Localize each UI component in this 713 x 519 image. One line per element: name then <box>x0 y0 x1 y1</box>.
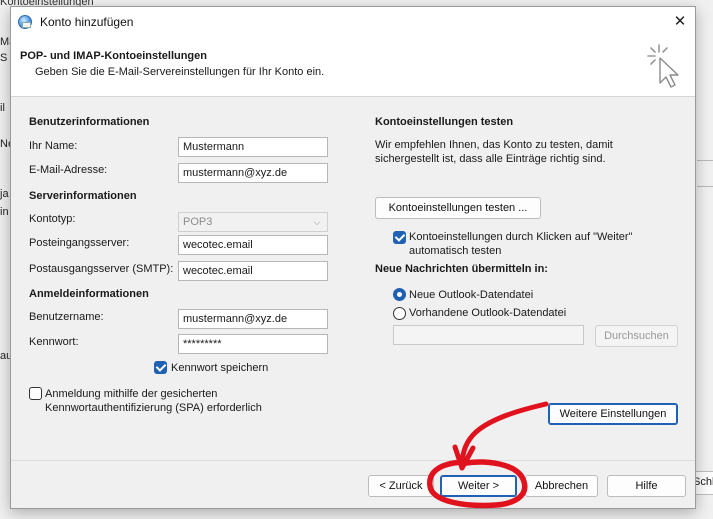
outgoing-server-label: Postausgangsserver (SMTP): <box>29 263 174 275</box>
cursor-click-icon <box>647 44 679 88</box>
header-subtitle: Geben Sie die E-Mail-Servereinstellungen… <box>35 66 325 78</box>
background-divider <box>697 186 713 187</box>
new-datafile-radio[interactable] <box>393 288 406 301</box>
password-input[interactable]: ********* <box>178 334 328 354</box>
cancel-button[interactable]: Abbrechen <box>525 475 598 497</box>
name-label: Ihr Name: <box>29 140 78 152</box>
dialog-header: POP- und IMAP-Kontoeinstellungen Geben S… <box>11 37 695 97</box>
username-input[interactable]: mustermann@xyz.de <box>178 309 328 329</box>
remember-password-checkbox[interactable] <box>154 361 167 374</box>
background-divider <box>697 160 713 161</box>
test-description-line2: sichergestellt ist, dass alle Einträge r… <box>375 153 606 165</box>
auto-test-checkbox[interactable] <box>393 231 406 244</box>
header-title: POP- und IMAP-Kontoeinstellungen <box>20 50 207 62</box>
account-type-value: POP3 <box>183 216 213 228</box>
account-type-label: Kontotyp: <box>29 213 76 225</box>
incoming-server-label: Posteingangsserver: <box>29 237 130 249</box>
browse-button[interactable]: Durchsuchen <box>595 325 678 347</box>
background-text-fragment: il <box>0 102 5 114</box>
more-settings-button[interactable]: Weitere Einstellungen <box>548 403 678 425</box>
auto-test-line2: automatisch testen <box>409 245 502 257</box>
password-label: Kennwort: <box>29 336 79 348</box>
email-label: E-Mail-Adresse: <box>29 164 108 176</box>
outlook-globe-icon <box>18 15 32 29</box>
existing-datafile-radio[interactable] <box>393 307 406 320</box>
deliver-messages-heading: Neue Nachrichten übermitteln in: <box>375 263 548 275</box>
existing-datafile-label: Vorhandene Outlook-Datendatei <box>409 307 567 319</box>
existing-datafile-path-input[interactable] <box>393 325 584 345</box>
dialog-title: Konto hinzufügen <box>40 15 134 29</box>
user-info-heading: Benutzerinformationen <box>29 116 150 128</box>
background-text-fragment: S <box>0 52 8 64</box>
username-label: Benutzername: <box>29 311 104 323</box>
add-account-dialog: Konto hinzufügen ✕ POP- und IMAP-Kontoei… <box>10 6 696 509</box>
next-button[interactable]: Weiter > <box>440 475 517 497</box>
close-button[interactable]: ✕ <box>665 7 695 37</box>
spa-label-line1: Anmeldung mithilfe der gesicherten <box>45 388 218 400</box>
account-type-select: POP3 ⌵ <box>178 212 328 232</box>
spa-checkbox[interactable] <box>29 387 42 400</box>
incoming-server-input[interactable]: wecotec.email <box>178 235 328 255</box>
test-settings-description: Wir empfehlen Ihnen, das Konto zu testen… <box>375 138 613 166</box>
remember-password-label: Kennwort speichern <box>171 362 269 374</box>
help-button[interactable]: Hilfe <box>607 475 686 497</box>
auto-test-label: Kontoeinstellungen durch Klicken auf "We… <box>409 230 632 258</box>
test-account-settings-button[interactable]: Kontoeinstellungen testen ... <box>375 197 541 219</box>
login-info-heading: Anmeldeinformationen <box>29 288 149 300</box>
test-description-line1: Wir empfehlen Ihnen, das Konto zu testen… <box>375 139 613 151</box>
spa-label: Anmeldung mithilfe der gesicherten Kennw… <box>45 387 262 415</box>
new-datafile-label: Neue Outlook-Datendatei <box>409 289 534 301</box>
back-button[interactable]: < Zurück <box>368 475 434 497</box>
background-text-fragment: ja <box>0 188 9 200</box>
dialog-titlebar: Konto hinzufügen ✕ <box>11 7 695 37</box>
email-input[interactable]: mustermann@xyz.de <box>178 163 328 183</box>
name-input[interactable]: Mustermann <box>178 137 328 157</box>
test-settings-heading: Kontoeinstellungen testen <box>375 116 514 128</box>
background-text-fragment: in <box>0 206 9 218</box>
spa-label-line2: Kennwortauthentifizierung (SPA) erforder… <box>45 402 262 414</box>
auto-test-line1: Kontoeinstellungen durch Klicken auf "We… <box>409 231 633 243</box>
footer-divider <box>11 460 695 461</box>
chevron-down-icon: ⌵ <box>313 217 321 227</box>
outgoing-server-input[interactable]: wecotec.email <box>178 261 328 281</box>
server-info-heading: Serverinformationen <box>29 190 137 202</box>
